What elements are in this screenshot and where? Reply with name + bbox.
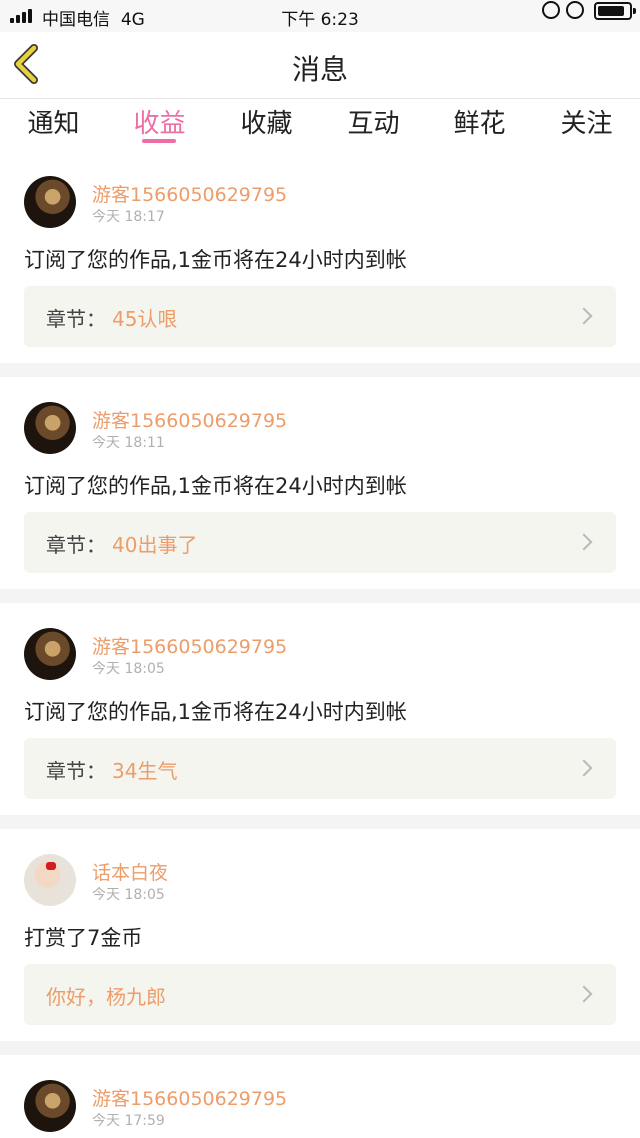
timestamp: 今天 17:59	[92, 1113, 165, 1129]
timestamp: 今天 18:17	[92, 209, 165, 225]
battery-icon	[594, 2, 636, 20]
tab-bar: 通知 收益 收藏 互动 鲜花 关注	[0, 99, 640, 151]
message-card: 游客1566050629795 今天 18:05 订阅了您的作品,1金币将在24…	[0, 604, 640, 814]
tab-earnings[interactable]: 收益	[106, 103, 213, 140]
status-bar: 中国电信 4G 下午 6:23	[0, 0, 640, 32]
chapter-label: 章节：	[46, 759, 106, 783]
chevron-right-icon	[575, 759, 593, 777]
tab-flowers[interactable]: 鲜花	[426, 103, 533, 140]
timestamp: 今天 18:05	[92, 661, 165, 677]
chapter-link[interactable]: 章节： 34生气	[24, 738, 616, 799]
chevron-right-icon	[575, 985, 593, 1003]
divider	[0, 815, 640, 829]
avatar[interactable]	[24, 628, 76, 680]
chapter-link[interactable]: 章节： 40出事了	[24, 512, 616, 573]
rotation-lock-icon	[542, 1, 560, 19]
work-title: 你好，杨九郎	[46, 985, 166, 1009]
work-link[interactable]: 你好，杨九郎	[24, 964, 616, 1025]
username[interactable]: 游客1566050629795	[92, 632, 287, 659]
alarm-icon	[566, 1, 584, 19]
message-card: 游客1566050629795 今天 17:59	[0, 1056, 640, 1138]
timestamp: 今天 18:05	[92, 887, 165, 903]
divider	[0, 363, 640, 377]
page-title: 消息	[291, 53, 348, 86]
divider	[0, 1041, 640, 1055]
avatar[interactable]	[24, 402, 76, 454]
username[interactable]: 游客1566050629795	[92, 1084, 287, 1111]
chevron-right-icon	[575, 533, 593, 551]
message-text: 订阅了您的作品,1金币将在24小时内到帐	[24, 248, 407, 272]
chapter-title: 34生气	[112, 759, 178, 783]
active-tab-indicator	[142, 139, 176, 143]
message-text: 订阅了您的作品,1金币将在24小时内到帐	[24, 700, 407, 724]
chapter-link[interactable]: 章节： 45认哏	[24, 286, 616, 347]
avatar[interactable]	[24, 854, 76, 906]
tab-follows[interactable]: 关注	[533, 103, 640, 140]
message-card: 游客1566050629795 今天 18:11 订阅了您的作品,1金币将在24…	[0, 378, 640, 588]
message-text: 打赏了7金币	[24, 926, 143, 950]
chapter-label: 章节：	[46, 533, 106, 557]
avatar[interactable]	[24, 1080, 76, 1132]
message-card: 游客1566050629795 今天 18:17 订阅了您的作品,1金币将在24…	[0, 152, 640, 362]
avatar[interactable]	[24, 176, 76, 228]
tab-interactions[interactable]: 互动	[320, 103, 427, 140]
chapter-title: 45认哏	[112, 307, 178, 331]
username[interactable]: 话本白夜	[92, 858, 168, 885]
message-text: 订阅了您的作品,1金币将在24小时内到帐	[24, 474, 407, 498]
message-card: 话本白夜 今天 18:05 打赏了7金币 你好，杨九郎	[0, 830, 640, 1040]
chapter-title: 40出事了	[112, 533, 198, 557]
timestamp: 今天 18:11	[92, 435, 165, 451]
divider	[0, 589, 640, 603]
chevron-right-icon	[575, 307, 593, 325]
username[interactable]: 游客1566050629795	[92, 406, 287, 433]
chapter-label: 章节：	[46, 307, 106, 331]
nav-header: 消息	[0, 32, 640, 99]
tab-favorites[interactable]: 收藏	[213, 103, 320, 140]
username[interactable]: 游客1566050629795	[92, 180, 287, 207]
tab-notifications[interactable]: 通知	[0, 103, 107, 140]
